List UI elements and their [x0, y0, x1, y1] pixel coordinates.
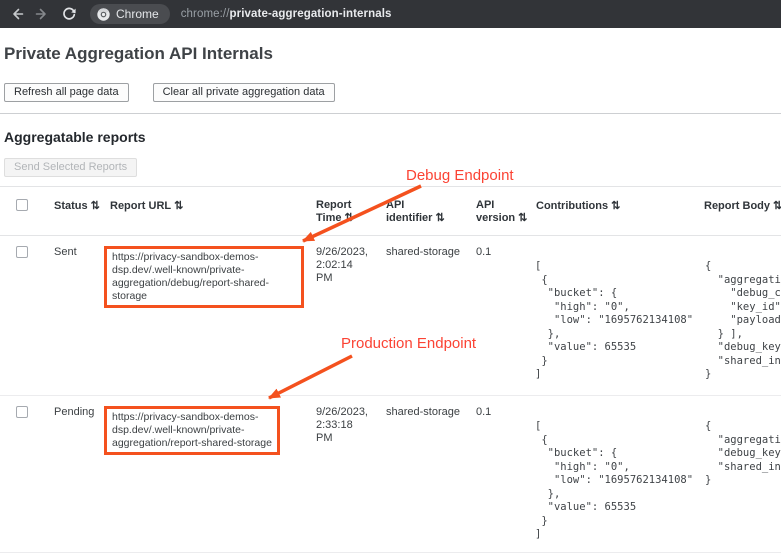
- sort-icon: ⇅: [773, 200, 781, 212]
- status-cell: Pending: [48, 396, 104, 553]
- api-version-cell: 0.1: [470, 236, 530, 396]
- header-api-identifier[interactable]: API identifier⇅: [380, 187, 470, 236]
- select-all-checkbox[interactable]: [16, 199, 28, 211]
- forward-icon[interactable]: [34, 6, 50, 22]
- report-url-annotation-box: https://privacy-sandbox-demos- dsp.dev/.…: [104, 246, 304, 308]
- sort-icon: ⇅: [174, 200, 183, 212]
- contributions-json: [ { "bucket": { "high": "0", "low": "169…: [535, 420, 698, 542]
- sort-icon: ⇅: [518, 212, 527, 224]
- header-report-body[interactable]: Report Body⇅: [698, 187, 781, 236]
- sort-icon: ⇅: [344, 212, 353, 224]
- back-icon[interactable]: [9, 6, 25, 22]
- api-identifier-cell: shared-storage: [380, 236, 470, 396]
- report-body-json: { "aggregatio "debug_key" "shared_inf }: [705, 420, 781, 488]
- chrome-logo-icon: [96, 7, 111, 22]
- send-selected-reports-button[interactable]: Send Selected Reports: [4, 158, 137, 177]
- row-checkbox[interactable]: [16, 246, 28, 258]
- url-host: private-aggregation-internals: [230, 8, 392, 20]
- report-time-cell: 9/26/2023, 2:02:14 PM: [316, 246, 374, 285]
- reports-table: Status⇅ Report URL⇅ Report Time⇅ API ide…: [0, 186, 781, 553]
- api-identifier-cell: shared-storage: [380, 396, 470, 553]
- chrome-app-label: Chrome: [116, 7, 159, 21]
- sort-icon: ⇅: [435, 212, 444, 224]
- report-body-json: { "aggregatio "debug_c "key_id" "payload…: [705, 260, 781, 382]
- header-status[interactable]: Status⇅: [48, 187, 104, 236]
- debug-endpoint-label: Debug Endpoint: [406, 167, 514, 184]
- clear-data-button[interactable]: Clear all private aggregation data: [153, 83, 335, 102]
- sort-icon: ⇅: [611, 200, 620, 212]
- section-divider: [0, 113, 781, 114]
- table-row: Pending https://privacy-sandbox-demos- d…: [0, 396, 781, 553]
- header-api-version[interactable]: API version⇅: [470, 187, 530, 236]
- api-version-cell: 0.1: [470, 396, 530, 553]
- header-report-url[interactable]: Report URL⇅: [104, 187, 310, 236]
- status-cell: Sent: [48, 236, 104, 396]
- header-report-time[interactable]: Report Time⇅: [310, 187, 380, 236]
- url-bar[interactable]: chrome://private-aggregation-internals: [181, 8, 392, 20]
- page-title: Private Aggregation API Internals: [4, 44, 781, 64]
- aggregatable-reports-title: Aggregatable reports: [4, 129, 781, 145]
- sort-icon: ⇅: [91, 200, 100, 212]
- table-row: Sent https://privacy-sandbox-demos- dsp.…: [0, 236, 781, 396]
- row-checkbox[interactable]: [16, 406, 28, 418]
- page-actions: Refresh all page data Clear all private …: [4, 83, 781, 102]
- report-time-cell: 9/26/2023, 2:33:18 PM: [316, 406, 374, 445]
- chrome-app-chip[interactable]: Chrome: [90, 4, 170, 24]
- header-contributions[interactable]: Contributions⇅: [530, 187, 698, 236]
- reload-icon[interactable]: [61, 6, 77, 22]
- url-scheme: chrome://: [181, 8, 230, 20]
- report-url-annotation-box: https://privacy-sandbox-demos- dsp.dev/.…: [104, 406, 280, 455]
- table-header-row: Status⇅ Report URL⇅ Report Time⇅ API ide…: [0, 187, 781, 236]
- refresh-all-button[interactable]: Refresh all page data: [4, 83, 129, 102]
- contributions-json: [ { "bucket": { "high": "0", "low": "169…: [535, 260, 698, 382]
- browser-toolbar: Chrome chrome://private-aggregation-inte…: [0, 0, 781, 28]
